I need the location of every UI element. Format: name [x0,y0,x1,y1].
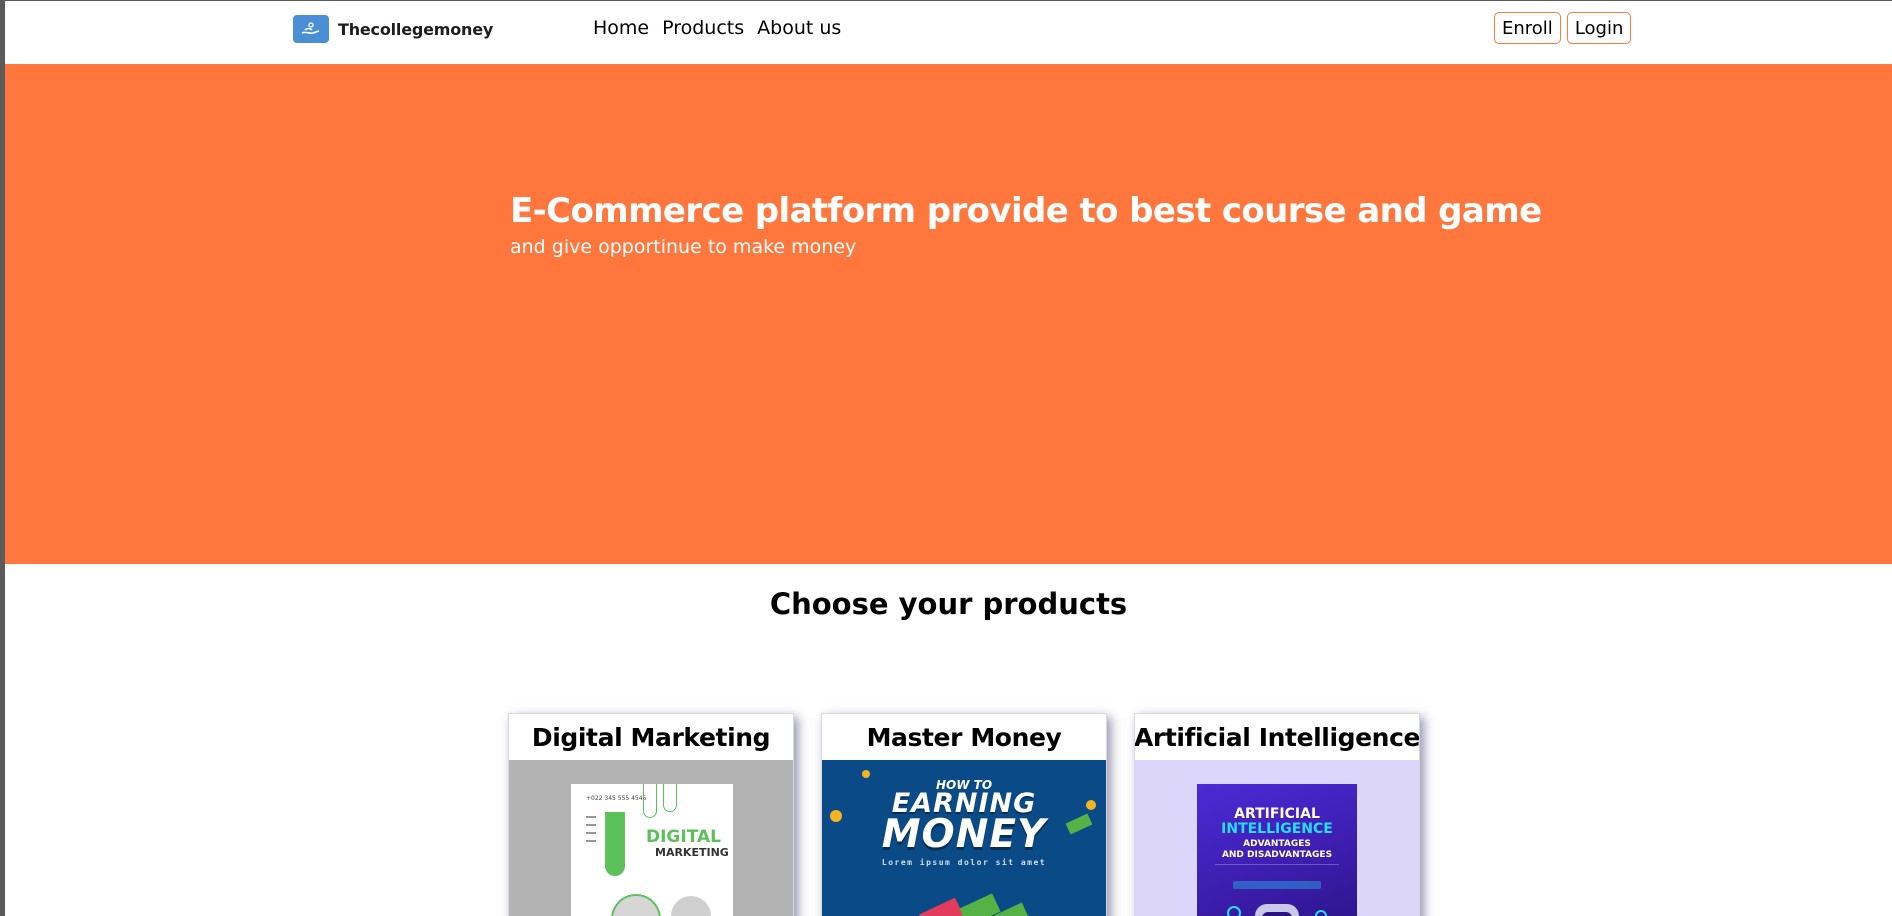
poster-phone: +022 345 555 4545 [586,795,647,802]
circuit-ring-icon [1315,910,1327,916]
money-bill-icon [959,893,1001,916]
poster-green-bar [605,812,625,876]
wallet-graphic [918,897,966,916]
hand-money-icon [293,15,329,43]
product-card-master-money[interactable]: Master Money HOW TO EARNING MONEY Lorem … [821,713,1107,916]
poster-decoration [643,784,657,818]
poster-line [586,840,596,842]
brand-logo[interactable]: Thecollegemoney [293,15,493,43]
nav-products-link[interactable]: Products [662,17,744,39]
product-card-digital-marketing[interactable]: Digital Marketing +022 345 555 4545 DIGI… [508,713,794,916]
poster-divider [1215,864,1339,878]
robot-face [1262,912,1292,916]
poster-title-marketing: MARKETING [655,846,729,859]
artificial-intelligence-image: ARTIFICIAL INTELLIGENCE ADVANTAGES AND D… [1135,760,1419,916]
enroll-button[interactable]: Enroll [1494,12,1561,44]
circuit-ring-icon [1227,906,1241,916]
hero-banner: E-Commerce platform provide to best cour… [5,64,1892,564]
poster-subtitle: ADVANTAGES AND DISADVANTAGES [1197,839,1357,861]
coin-icon [862,770,870,778]
digital-marketing-image: +022 345 555 4545 DIGITAL MARKETING [509,760,793,916]
master-money-image: HOW TO EARNING MONEY Lorem ipsum dolor s… [822,760,1106,916]
product-card-title: Digital Marketing [531,722,771,752]
poster-title-intelligence: INTELLIGENCE [1221,821,1333,837]
nav-home-link[interactable]: Home [593,17,649,39]
login-button[interactable]: Login [1566,12,1632,44]
site-header: Thecollegemoney Home Products About us E… [5,1,1892,64]
digital-marketing-poster: +022 345 555 4545 DIGITAL MARKETING [571,784,733,916]
poster-url-bar [1233,881,1321,889]
product-card-title: Master Money [866,722,1062,752]
poster-decoration [663,784,677,812]
product-card-artificial-intelligence[interactable]: Artificial Intelligence ARTIFICIAL INTEL… [1134,713,1420,916]
poster-title-digital: DIGITAL [646,827,721,847]
artificial-intelligence-poster: ARTIFICIAL INTELLIGENCE ADVANTAGES AND D… [1197,784,1357,916]
products-heading: Choose your products [769,587,1128,621]
poster-person-photo [671,896,711,916]
poster-line [586,816,596,818]
poster-line [586,832,596,834]
hero-title: E-Commerce platform provide to best cour… [510,191,1542,231]
main-nav: Home Products About us [593,17,841,39]
poster-subtitle-line1: ADVANTAGES [1243,839,1311,849]
auth-buttons: Enroll Login [1494,12,1632,44]
product-card-title: Artificial Intelligence [1134,722,1420,752]
poster-line [586,824,596,826]
hero-subtitle: and give opportinue to make money [510,236,857,258]
poster-person-photo [611,894,661,916]
brand-name: Thecollegemoney [338,19,494,39]
poster-tagline: Lorem ipsum dolor sit amet [881,858,1047,867]
poster-money: MONEY [881,812,1047,857]
nav-about-link[interactable]: About us [757,17,841,39]
browser-viewport: Thecollegemoney Home Products About us E… [5,1,1892,916]
product-cards: Digital Marketing +022 345 555 4545 DIGI… [508,713,1420,916]
poster-title-artificial: ARTIFICIAL [1234,806,1320,822]
poster-subtitle-line2: AND DISADVANTAGES [1221,850,1333,860]
